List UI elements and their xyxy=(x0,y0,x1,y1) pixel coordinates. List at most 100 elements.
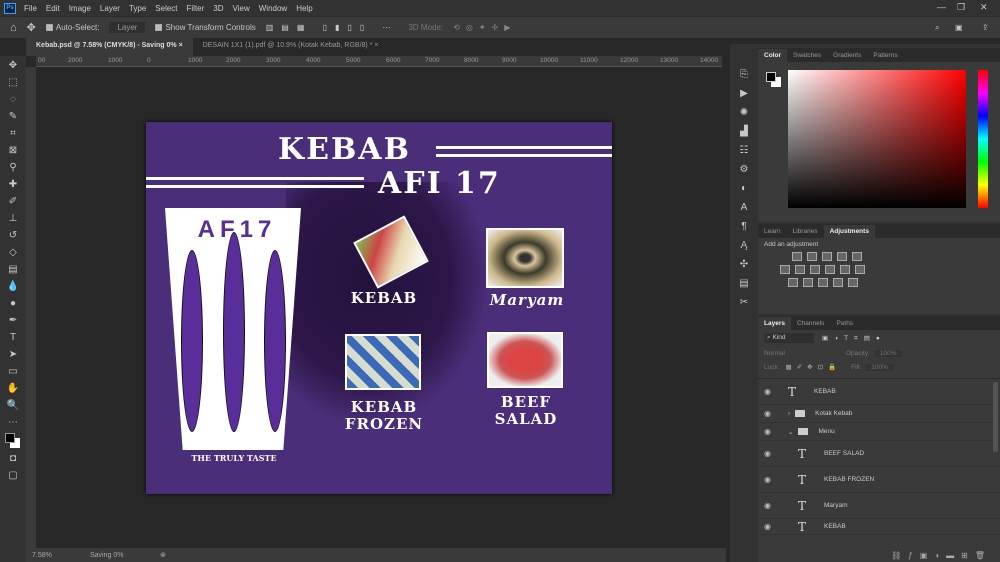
histogram-icon[interactable]: ▟ xyxy=(737,125,751,139)
clone-source-icon[interactable]: ✣ xyxy=(737,258,751,272)
blur-tool-icon[interactable]: 💧 xyxy=(6,280,20,294)
minimize-button[interactable]: — xyxy=(937,2,946,12)
tab-libraries[interactable]: Libraries xyxy=(787,225,824,238)
adjustment-icons-row[interactable] xyxy=(788,278,1000,287)
show-transform-checkbox[interactable]: Show Transform Controls xyxy=(155,23,256,32)
menu-view[interactable]: View xyxy=(233,4,250,13)
tab-swatches[interactable]: Swatches xyxy=(787,49,827,62)
close-button[interactable]: ✕ xyxy=(980,2,988,13)
tab-patterns[interactable]: Patterns xyxy=(867,49,903,62)
pen-tool-icon[interactable]: ✒ xyxy=(6,314,20,328)
tab-paths[interactable]: Paths xyxy=(830,317,859,330)
menu-3d[interactable]: 3D xyxy=(213,4,223,13)
opacity-field[interactable]: 100% xyxy=(873,349,903,357)
menu-select[interactable]: Select xyxy=(155,4,177,13)
search-icon[interactable]: ⌕ xyxy=(935,23,939,33)
layer-filter-dropdown[interactable]: ⌕ Kind xyxy=(764,333,814,343)
layer-actions[interactable]: ⛓ƒ▣◑▬⊞🗑 xyxy=(891,551,992,560)
color-swatches[interactable] xyxy=(5,433,21,449)
layer-row[interactable]: ◉ T Maryam xyxy=(758,493,1000,519)
layer-row[interactable]: ◉ T KEBAB xyxy=(758,379,1000,405)
foreground-color[interactable] xyxy=(766,72,776,82)
layers-scrollbar[interactable] xyxy=(993,382,998,452)
fill-field[interactable]: 100% xyxy=(865,363,894,371)
home-icon[interactable]: ⌂ xyxy=(10,22,17,34)
frame-tool-icon[interactable]: ⊠ xyxy=(6,144,20,158)
eye-icon[interactable]: ◉ xyxy=(764,409,774,418)
zoom-tool-icon[interactable]: 🔍 xyxy=(6,399,20,413)
crop-tool-icon[interactable]: ⌗ xyxy=(6,127,20,141)
libraries-icon[interactable]: ◐ xyxy=(737,182,751,196)
screen-mode-icon[interactable]: ▢ xyxy=(6,469,20,483)
marquee-tool-icon[interactable]: ⬚ xyxy=(6,76,20,90)
zoom-level[interactable]: 7.58% xyxy=(32,552,90,559)
move-tool-icon[interactable]: ✥ xyxy=(6,59,20,73)
hand-tool-icon[interactable]: ✋ xyxy=(6,382,20,396)
menu-layer[interactable]: Layer xyxy=(100,4,120,13)
tab-adjustments[interactable]: Adjustments xyxy=(823,224,875,238)
workspace-icon[interactable]: ▣ xyxy=(955,23,963,32)
eye-icon[interactable]: ◉ xyxy=(764,427,774,436)
layer-row[interactable]: ◉ ⌄ Menu xyxy=(758,423,1000,441)
tool-presets-icon[interactable]: ✂ xyxy=(737,296,751,310)
chevron-right-icon[interactable]: › xyxy=(788,410,790,417)
layer-row[interactable]: ◉ › Kotak Kebab xyxy=(758,405,1000,423)
paragraph-icon[interactable]: ¶ xyxy=(737,220,751,234)
menu-type[interactable]: Type xyxy=(129,4,146,13)
chevron-down-icon[interactable]: ⌄ xyxy=(788,428,793,436)
layer-row[interactable]: ◉ T BEEF SALAD xyxy=(758,441,1000,467)
cancel-save-icon[interactable]: ⊗ xyxy=(160,551,166,559)
eye-icon[interactable]: ◉ xyxy=(764,501,774,510)
menu-window[interactable]: Window xyxy=(259,4,287,13)
eye-icon[interactable]: ◉ xyxy=(764,522,774,531)
adjustments-icon[interactable]: ⚙ xyxy=(737,163,751,177)
filter-icons[interactable]: ▣◑T⌗▤● xyxy=(822,334,886,343)
color-field[interactable] xyxy=(788,70,966,208)
menu-image[interactable]: Image xyxy=(69,4,91,13)
eye-icon[interactable]: ◉ xyxy=(764,475,774,484)
tab-channels[interactable]: Channels xyxy=(791,317,830,330)
layer-row[interactable]: ◉ T KEBAB xyxy=(758,519,1000,535)
eye-icon[interactable]: ◉ xyxy=(764,449,774,458)
auto-select-target-dropdown[interactable]: Layer xyxy=(109,22,146,33)
shape-tool-icon[interactable]: ▭ xyxy=(6,365,20,379)
tab-desain-pdf[interactable]: DESAIN 1X1 (1).pdf @ 10.9% (Kotak Kebab,… xyxy=(193,38,389,56)
adjustment-icons-row[interactable] xyxy=(780,265,1000,274)
quick-mask-icon[interactable]: ◘ xyxy=(6,452,20,466)
tab-color[interactable]: Color xyxy=(758,48,787,62)
menu-edit[interactable]: Edit xyxy=(46,4,60,13)
layer-row[interactable]: ◉ T KEBAB FROZEN xyxy=(758,467,1000,493)
brush-tool-icon[interactable]: ✐ xyxy=(6,195,20,209)
eraser-icon[interactable]: ◇ xyxy=(6,246,20,260)
document-canvas[interactable]: KEBAB AFI 17 AF17 THE TRULY TASTE KEBAB … xyxy=(146,122,612,494)
actions-play-icon[interactable]: ▶ xyxy=(737,87,751,101)
gradient-tool-icon[interactable]: ▤ xyxy=(6,263,20,277)
tab-learn[interactable]: Learn xyxy=(758,225,787,238)
tab-layers[interactable]: Layers xyxy=(758,316,791,330)
menu-file[interactable]: File xyxy=(24,4,37,13)
tab-gradients[interactable]: Gradients xyxy=(827,49,867,62)
blend-mode-dropdown[interactable]: Normal xyxy=(764,350,824,357)
hue-slider[interactable] xyxy=(978,70,988,208)
dodge-tool-icon[interactable]: ● xyxy=(6,297,20,311)
path-select-icon[interactable]: ➤ xyxy=(6,348,20,362)
type-tool-icon[interactable]: T xyxy=(6,331,20,345)
tab-kebab-psd[interactable]: Kebab.psd @ 7.58% (CMYK/8) - Saving 0% × xyxy=(26,38,193,56)
stamp-tool-icon[interactable]: ⊥ xyxy=(6,212,20,226)
notes-icon[interactable]: ▤ xyxy=(737,277,751,291)
more-tools-icon[interactable]: ⋯ xyxy=(6,416,20,430)
adjustment-icons-row[interactable] xyxy=(792,252,1000,261)
align-icons[interactable]: ▥▤▦ ▯▮▯▯ ⋯ xyxy=(266,23,399,32)
brush-settings-icon[interactable]: ✺ xyxy=(737,106,751,120)
3d-icons[interactable]: ⟲◎✦✢▶ xyxy=(453,23,516,32)
eye-icon[interactable]: ◉ xyxy=(764,387,774,396)
restore-button[interactable]: ❐ xyxy=(957,2,965,13)
move-tool-icon[interactable]: ✥ xyxy=(27,21,36,34)
glyphs-icon[interactable]: Ą xyxy=(737,239,751,253)
menu-help[interactable]: Help xyxy=(296,4,312,13)
history-icon[interactable]: ⎘ xyxy=(737,68,751,82)
eyedropper-icon[interactable]: ⚲ xyxy=(6,161,20,175)
healing-brush-icon[interactable]: ✚ xyxy=(6,178,20,192)
lasso-tool-icon[interactable]: ◌ xyxy=(6,93,20,107)
auto-select-checkbox[interactable]: Auto-Select: xyxy=(45,23,99,32)
